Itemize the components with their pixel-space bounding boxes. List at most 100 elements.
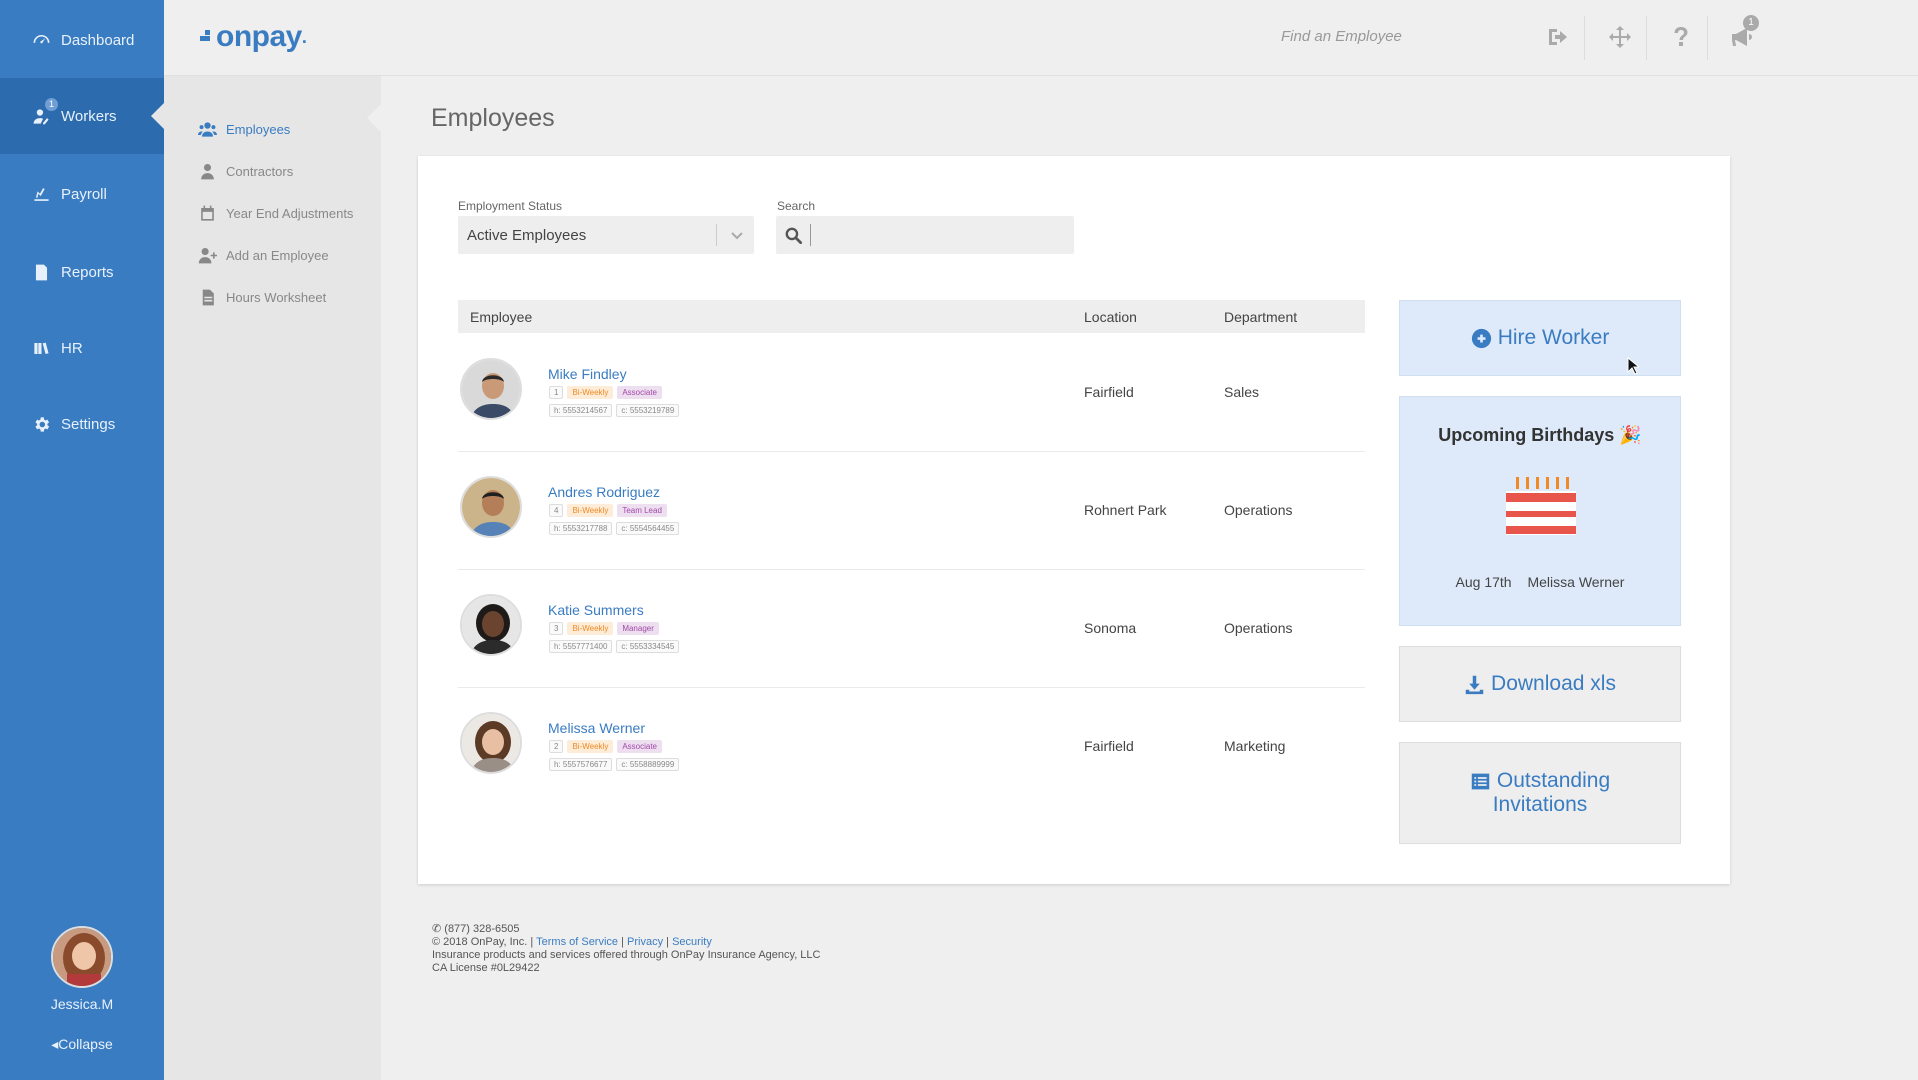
nav-item-payroll[interactable]: Payroll (0, 156, 164, 232)
plus-circle-icon (1471, 328, 1491, 348)
download-xls-label: Download xls (1491, 672, 1616, 695)
employee-location: Sonoma (1084, 620, 1137, 636)
employee-avatar[interactable] (460, 476, 522, 538)
employee-phones: h: 5553217788 c: 5554564455 (549, 522, 680, 535)
home-phone-tag: h: 5553214567 (549, 404, 613, 417)
gear-icon (35, 416, 50, 432)
security-link[interactable]: Security (672, 936, 712, 948)
pay-frequency-tag: Bi-Weekly (567, 504, 614, 517)
announcements-button[interactable]: 1 (1727, 15, 1759, 52)
logo-text: onpay (216, 20, 302, 53)
collapse-button[interactable]: ◂Collapse (0, 1036, 164, 1053)
mouse-cursor-icon (1627, 357, 1639, 375)
birthday-entry[interactable]: Aug 17th Melissa Werner (1400, 574, 1680, 590)
subnav-item-year-end-adjustments[interactable]: Year End Adjustments (198, 202, 353, 224)
onpay-logo[interactable]: onpay. (200, 20, 307, 54)
logout-button[interactable] (1543, 22, 1573, 52)
nav-item-dashboard[interactable]: Dashboard (0, 2, 164, 78)
nav-item-reports[interactable]: Reports (0, 234, 164, 310)
nav-label: Settings (61, 415, 116, 433)
invitations-label-1: Outstanding (1496, 769, 1611, 792)
privacy-link[interactable]: Privacy (627, 936, 663, 948)
nav-label: Reports (61, 263, 114, 281)
column-header-location[interactable]: Location (1084, 309, 1137, 325)
column-header-department[interactable]: Department (1224, 309, 1297, 325)
outstanding-invitations-button[interactable]: Outstanding Invitations (1399, 742, 1681, 844)
search-box[interactable] (776, 216, 1074, 254)
insurance-text: Insurance products and services offered … (432, 949, 821, 961)
question-icon (1674, 27, 1688, 46)
toolbar-divider (1707, 16, 1708, 60)
list-icon (1471, 773, 1490, 789)
hire-worker-label: Hire Worker (1497, 326, 1610, 349)
avatar[interactable] (51, 926, 113, 988)
phone-number: (877) 328-6505 (444, 923, 520, 935)
subnav-pointer (367, 104, 381, 132)
books-icon (34, 342, 49, 354)
cell-phone-tag: c: 5558889999 (616, 758, 680, 771)
employee-number-tag: 2 (549, 740, 564, 753)
move-button[interactable] (1605, 22, 1635, 52)
download-icon (1465, 675, 1484, 694)
birthdays-title-text: Upcoming Birthdays (1438, 425, 1615, 445)
license-text: CA License #0L29422 (432, 962, 540, 974)
employee-name-link[interactable]: Andres Rodriguez (548, 484, 660, 500)
role-tag: Associate (617, 740, 662, 753)
employee-avatar[interactable] (460, 594, 522, 656)
sign-out-icon (1549, 29, 1567, 45)
column-header-employee[interactable]: Employee (470, 309, 532, 325)
terms-link[interactable]: Terms of Service (536, 936, 618, 948)
employee-department: Marketing (1224, 738, 1286, 754)
toolbar-divider (1646, 16, 1647, 60)
nav-item-settings[interactable]: Settings (0, 386, 164, 462)
employment-status-select[interactable]: Active Employees (458, 216, 754, 254)
employee-name-link[interactable]: Mike Findley (548, 366, 627, 382)
home-phone-tag: h: 5557576677 (549, 758, 613, 771)
search-input[interactable] (810, 224, 1065, 246)
table-row[interactable]: Katie Summers 3 Bi-Weekly Manager h: 555… (458, 570, 1365, 688)
find-employee-input[interactable]: Find an Employee (1281, 28, 1402, 45)
help-button[interactable] (1666, 22, 1696, 52)
employee-avatar[interactable] (460, 712, 522, 774)
employee-name-link[interactable]: Melissa Werner (548, 720, 645, 736)
employee-phones: h: 5557771400 c: 5553334545 (549, 640, 680, 653)
reports-icon (35, 264, 48, 280)
employee-location: Fairfield (1084, 384, 1134, 400)
subnav-label: Add an Employee (226, 247, 329, 263)
pay-frequency-tag: Bi-Weekly (567, 386, 614, 399)
workers-badge: 1 (45, 98, 58, 111)
birthday-date: Aug 17th (1455, 574, 1512, 590)
subnav-label: Employees (226, 121, 291, 137)
subnav-item-add-employee[interactable]: Add an Employee (198, 244, 329, 266)
nav-item-workers[interactable]: 1 Workers (0, 78, 164, 154)
cell-phone-tag: c: 5553334545 (616, 640, 680, 653)
employee-number-tag: 4 (549, 504, 564, 517)
collapse-label: Collapse (58, 1036, 113, 1052)
employee-department: Operations (1224, 502, 1293, 518)
employee-name-link[interactable]: Katie Summers (548, 602, 644, 618)
download-xls-button[interactable]: Download xls (1399, 646, 1681, 722)
footer-phone: ✆ (877) 328-6505 (432, 923, 821, 936)
home-phone-tag: h: 5553217788 (549, 522, 613, 535)
nav-item-hr[interactable]: HR (0, 310, 164, 386)
employee-phones: h: 5557576677 c: 5558889999 (549, 758, 680, 771)
subnav-item-contractors[interactable]: Contractors (198, 160, 293, 182)
subnav-item-hours-worksheet[interactable]: Hours Worksheet (198, 286, 326, 308)
employee-avatar[interactable] (460, 358, 522, 420)
table-row[interactable]: Mike Findley 1 Bi-Weekly Associate h: 55… (458, 334, 1365, 452)
employment-status-label: Employment Status (458, 199, 563, 213)
birthdays-title: Upcoming Birthdays 🎉 (1400, 425, 1680, 446)
users-icon (198, 121, 217, 137)
subnav-item-employees[interactable]: Employees (198, 118, 290, 140)
employee-number-tag: 3 (549, 622, 564, 635)
user-profile[interactable]: Jessica.M (0, 926, 164, 1012)
invitations-label-2: Invitations (1492, 793, 1588, 816)
employee-number-tag: 1 (549, 386, 564, 399)
employee-tags: 2 Bi-Weekly Associate (549, 740, 662, 753)
search-icon (785, 227, 803, 245)
employee-location: Fairfield (1084, 738, 1134, 754)
arrows-move-icon (1609, 26, 1631, 48)
table-row[interactable]: Melissa Werner 2 Bi-Weekly Associate h: … (458, 688, 1365, 806)
nav-label: Payroll (61, 185, 107, 203)
table-row[interactable]: Andres Rodriguez 4 Bi-Weekly Team Lead h… (458, 452, 1365, 570)
